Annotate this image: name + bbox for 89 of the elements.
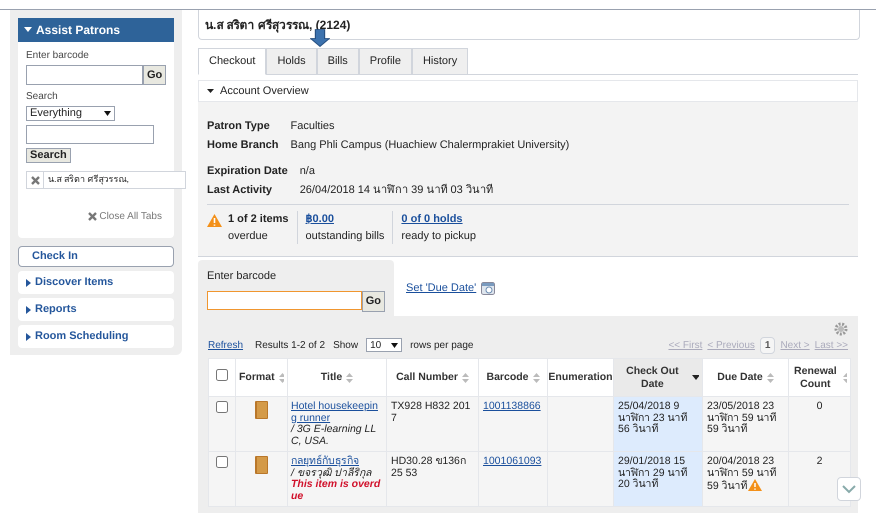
table-cell: 25/04/2018 9 นาฬิกา 23 นาที 56 วินาที	[618, 400, 688, 435]
caret-icon	[24, 27, 32, 33]
scroll-down-button[interactable]	[837, 477, 861, 501]
book-icon	[254, 401, 269, 419]
nav-section[interactable]: Discover Items	[18, 271, 174, 294]
barcode-input[interactable]	[207, 290, 362, 310]
overdue-note: This item is overdue	[291, 479, 382, 502]
summary-caption: ready to pickup	[401, 228, 476, 244]
title-link[interactable]: Hotel housekeeping runner	[291, 401, 383, 424]
sort-icon	[462, 372, 469, 382]
field-value: Faculties	[290, 119, 336, 134]
search-scope-select[interactable]: Everything	[26, 106, 115, 121]
rows-per-page-label: rows per page	[410, 338, 474, 352]
field-label: Patron Type	[207, 119, 271, 134]
barcode-link[interactable]: 1001061093	[483, 455, 542, 467]
close-icon	[88, 212, 98, 221]
field-value: n/a	[300, 164, 316, 179]
calendar-icon[interactable]	[481, 280, 496, 295]
book-icon	[254, 456, 269, 474]
caret-icon	[26, 332, 31, 340]
table-cell: 20/04/2018 23 นาฬิกา 59 นาที 59 วินาที	[707, 455, 777, 492]
warning-icon	[748, 479, 762, 491]
sort-descending-icon	[692, 375, 699, 380]
field-label: Last Activity	[207, 182, 274, 198]
settings-icon[interactable]	[834, 322, 848, 336]
table-cell: TX928 H832 2017	[391, 400, 470, 424]
tab[interactable]: Checkout	[198, 48, 266, 75]
summary-caption: overdue	[228, 228, 269, 244]
author-text: / 3G E-learning LLC, USA.	[291, 424, 378, 447]
sort-icon	[532, 372, 540, 382]
barcode-input[interactable]	[26, 65, 143, 85]
table-cell: 23/05/2018 23 นาฬิกา 59 นาที 59 วินาที	[707, 400, 777, 435]
page-number[interactable]: 1	[760, 336, 776, 354]
close-all-tabs-link[interactable]: Close All Tabs	[88, 209, 162, 224]
refresh-link[interactable]: Refresh	[208, 338, 244, 352]
patron-tab-label: น.ส สริตา ศรีสุวรรณ,	[47, 173, 130, 186]
sort-icon	[766, 372, 774, 382]
barcode-link[interactable]: 1001138866	[483, 400, 541, 412]
patron-tab[interactable]: น.ส สริตา ศรีสุวรรณ,	[26, 171, 186, 189]
field-label: Enter barcode	[207, 269, 278, 284]
rows-per-page-select[interactable]: 10	[366, 338, 402, 352]
chevron-down-icon	[842, 484, 856, 494]
search-input[interactable]	[26, 125, 154, 144]
close-icon[interactable]	[30, 176, 40, 184]
select-value: 10	[370, 338, 382, 352]
table-cell: 0	[816, 400, 822, 412]
check-in-button[interactable]: Check In	[18, 246, 174, 267]
dropdown-icon	[391, 342, 398, 348]
checkbox[interactable]	[216, 368, 228, 381]
field-label: Expiration Date	[207, 164, 288, 179]
summary-link[interactable]: 0 of 0 holds	[401, 211, 476, 228]
field-label: Home Branch	[207, 138, 279, 152]
checkbox[interactable]	[216, 456, 228, 468]
warning-icon	[207, 214, 222, 227]
results-count: Results 1-2 of 2	[255, 338, 326, 352]
nav-section[interactable]: Room Scheduling	[18, 325, 174, 348]
select-value: Everything	[30, 106, 82, 122]
show-label: Show	[333, 338, 358, 352]
field-label: Search	[26, 90, 58, 104]
field-value: 26/04/2018 14 นาฬิกา 39 นาที 03 วินาที	[300, 182, 494, 198]
summary-value: 1 of 2 items	[228, 212, 289, 227]
set-due-date-link[interactable]: Set 'Due Date'	[406, 280, 476, 296]
summary-caption: outstanding bills	[306, 228, 384, 244]
field-label: Enter barcode	[26, 49, 89, 63]
table-cell: 29/01/2018 15 นาฬิกา 29 นาที 20 วินาที	[618, 455, 688, 490]
tab[interactable]: Holds	[266, 48, 317, 75]
field-value: Bang Phli Campus (Huachiew Chalermprakiet University)	[290, 138, 570, 152]
go-button[interactable]: Go	[143, 65, 166, 85]
dropdown-icon	[104, 111, 111, 116]
tab[interactable]: History	[412, 48, 468, 75]
caret-icon	[26, 306, 31, 314]
sort-icon	[346, 372, 354, 382]
search-button[interactable]: Search	[26, 148, 71, 163]
title-link[interactable]: กลยุทธ์กับธุรกิจ	[291, 456, 383, 468]
nav-section[interactable]: Reports	[18, 298, 174, 321]
caret-icon	[26, 278, 31, 286]
tab[interactable]: Bills	[316, 48, 359, 75]
panel-header[interactable]: Assist Patrons	[18, 18, 174, 42]
caret-icon	[207, 88, 214, 94]
sort-icon	[842, 372, 847, 382]
table-cell: 2	[816, 455, 822, 467]
go-button[interactable]: Go	[362, 290, 385, 312]
tab[interactable]: Profile	[358, 48, 412, 75]
checkbox[interactable]	[216, 401, 228, 413]
author-text: / ขจรวุฒิ ปาลีริกุล	[291, 468, 372, 479]
section-header[interactable]: Account Overview	[198, 80, 858, 102]
summary-link[interactable]: ฿0.00	[306, 211, 384, 228]
sort-icon	[278, 372, 284, 382]
table-cell: HD30.28 ข136ก 25 53	[391, 455, 466, 478]
